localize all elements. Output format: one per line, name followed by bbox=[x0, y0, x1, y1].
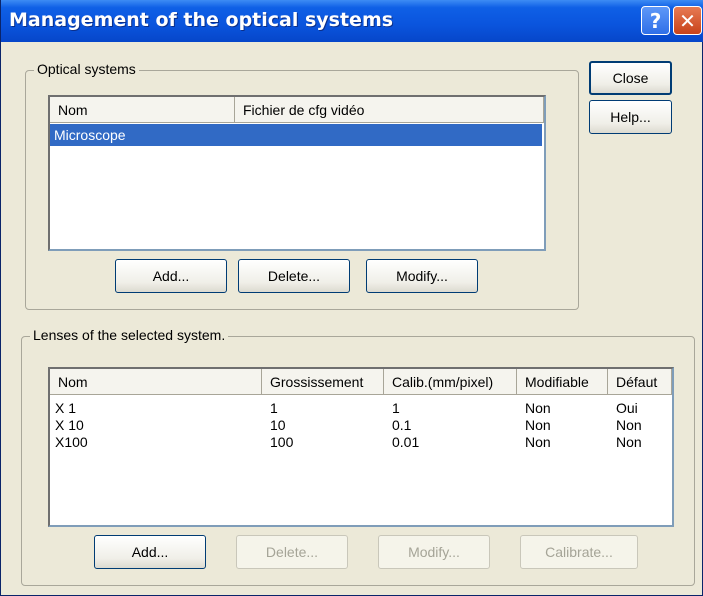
column-header-grossissement[interactable]: Grossissement bbox=[262, 369, 384, 395]
optical-systems-dialog: Management of the optical systems ? ✕ Cl… bbox=[0, 0, 703, 596]
optical-systems-group: Optical systems Nom Fichier de cfg vidéo… bbox=[25, 61, 579, 310]
add-system-button[interactable]: Add... bbox=[115, 259, 227, 293]
modify-lens-button[interactable]: Modify... bbox=[378, 535, 490, 569]
lenses-list[interactable]: Nom Grossissement Calib.(mm/pixel) Modif… bbox=[48, 367, 674, 527]
lenses-group: Lenses of the selected system. Nom Gross… bbox=[21, 327, 695, 586]
lens-defaut: Non bbox=[616, 434, 642, 450]
title-close-button[interactable]: ✕ bbox=[673, 6, 702, 35]
lens-name[interactable]: X 1 bbox=[55, 399, 76, 417]
column-header-fichier-cfg-video[interactable]: Fichier de cfg vidéo bbox=[235, 97, 544, 123]
question-mark-icon: ? bbox=[649, 8, 662, 33]
title-bar[interactable]: Management of the optical systems ? ✕ bbox=[1, 0, 703, 42]
optical-systems-list[interactable]: Nom Fichier de cfg vidéo Microscope bbox=[48, 95, 546, 251]
close-button[interactable]: Close bbox=[589, 61, 672, 95]
delete-lens-button[interactable]: Delete... bbox=[236, 535, 348, 569]
lens-grossissement: 1 bbox=[270, 400, 278, 416]
column-header-modifiable[interactable]: Modifiable bbox=[517, 369, 608, 395]
lens-defaut: Oui bbox=[616, 400, 638, 416]
close-icon: ✕ bbox=[679, 8, 696, 33]
lens-grossissement: 10 bbox=[270, 417, 286, 433]
lenses-group-label: Lenses of the selected system. bbox=[30, 327, 229, 343]
lens-modifiable: Non bbox=[525, 400, 551, 416]
lens-modifiable: Non bbox=[525, 434, 551, 450]
title-help-button[interactable]: ? bbox=[641, 6, 670, 35]
optical-system-name: Microscope bbox=[54, 127, 126, 143]
add-lens-button[interactable]: Add... bbox=[94, 535, 206, 569]
column-header-defaut[interactable]: Défaut bbox=[608, 369, 672, 395]
lens-grossissement: 100 bbox=[270, 434, 294, 450]
column-header-nom[interactable]: Nom bbox=[50, 97, 235, 123]
lens-calib: 0.01 bbox=[392, 434, 420, 450]
lens-defaut: Non bbox=[616, 417, 642, 433]
calibrate-lens-button[interactable]: Calibrate... bbox=[520, 535, 638, 569]
lens-name[interactable]: X 10 bbox=[55, 416, 84, 434]
lens-name[interactable]: X100 bbox=[55, 433, 88, 451]
list-item-selected[interactable]: Microscope bbox=[50, 124, 542, 146]
lens-modifiable: Non bbox=[525, 417, 551, 433]
window-title: Management of the optical systems bbox=[9, 9, 394, 31]
column-header-calib[interactable]: Calib.(mm/pixel) bbox=[384, 369, 517, 395]
lens-calib: 1 bbox=[392, 400, 400, 416]
modify-system-button[interactable]: Modify... bbox=[366, 259, 478, 293]
help-button[interactable]: Help... bbox=[589, 100, 672, 134]
lens-calib: 0.1 bbox=[392, 417, 412, 433]
column-header-nom[interactable]: Nom bbox=[50, 369, 262, 395]
delete-system-button[interactable]: Delete... bbox=[238, 259, 350, 293]
optical-systems-group-label: Optical systems bbox=[34, 61, 139, 77]
